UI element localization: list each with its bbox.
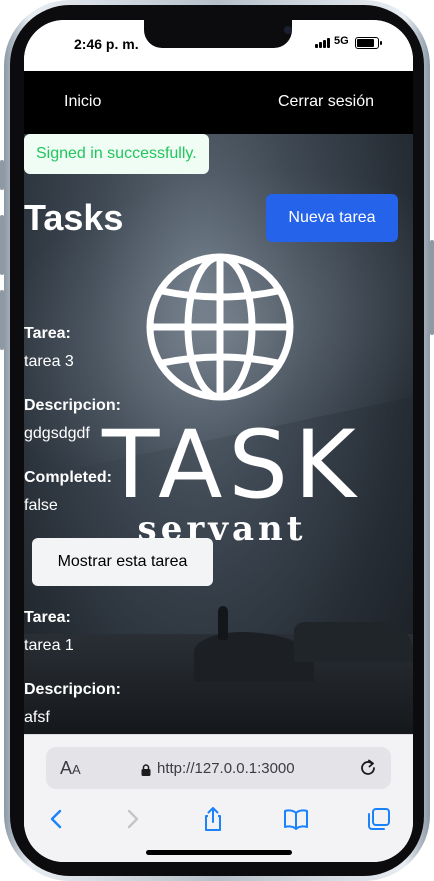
globe-icon bbox=[146, 253, 294, 401]
task-description-value: gdgsdgdf bbox=[24, 425, 90, 442]
background-rock bbox=[294, 622, 413, 662]
home-indicator bbox=[146, 850, 292, 855]
front-camera bbox=[284, 26, 292, 34]
task-completed-label: Completed: bbox=[24, 469, 112, 486]
reload-icon[interactable] bbox=[358, 758, 378, 778]
browser-toolbar: AA http://127.0.0.1:3000 bbox=[24, 734, 413, 862]
address-bar[interactable]: AA http://127.0.0.1:3000 bbox=[46, 747, 391, 789]
nav-home-link[interactable]: Inicio bbox=[64, 93, 101, 111]
app-navbar: Inicio Cerrar sesión bbox=[24, 71, 413, 134]
logo-wordmark: TASK bbox=[102, 411, 362, 520]
nav-logout-link[interactable]: Cerrar sesión bbox=[278, 93, 374, 111]
tabs-icon[interactable] bbox=[365, 805, 393, 833]
task-description-value: afsf bbox=[24, 709, 50, 726]
back-icon[interactable] bbox=[43, 805, 71, 833]
page-title: Tasks bbox=[24, 197, 124, 238]
flash-notice: Signed in successfully. bbox=[24, 134, 209, 174]
show-task-button[interactable]: Mostrar esta tarea bbox=[32, 538, 213, 586]
url-text: http://127.0.0.1:3000 bbox=[157, 760, 295, 777]
status-time: 2:46 p. m. bbox=[74, 36, 139, 52]
main-content: TASK servant Signed in successfully. Tas… bbox=[24, 134, 413, 734]
task-title-label: Tarea: bbox=[24, 609, 71, 626]
signal-icon bbox=[315, 38, 331, 48]
background-person-silhouette bbox=[218, 606, 228, 640]
task-description-label: Descripcion: bbox=[24, 397, 121, 414]
task-title-label: Tarea: bbox=[24, 325, 71, 342]
network-type: 5G bbox=[334, 35, 349, 47]
lock-icon bbox=[141, 764, 151, 776]
battery-icon bbox=[355, 37, 382, 49]
task-title-value: tarea 3 bbox=[24, 353, 74, 370]
mute-switch bbox=[0, 160, 4, 190]
task-title-value: tarea 1 bbox=[24, 637, 74, 654]
volume-up-button bbox=[0, 215, 4, 275]
text-size-button[interactable]: AA bbox=[60, 759, 81, 779]
task-completed-value: false bbox=[24, 497, 58, 514]
notch bbox=[144, 20, 292, 48]
volume-down-button bbox=[0, 290, 4, 350]
screen: 2:46 p. m. 5G Inicio Cerrar sesión TASK … bbox=[24, 20, 413, 862]
forward-icon[interactable] bbox=[118, 805, 146, 833]
new-task-button[interactable]: Nueva tarea bbox=[266, 194, 398, 242]
bookmarks-icon[interactable] bbox=[282, 805, 310, 833]
power-button bbox=[430, 240, 434, 335]
status-bar: 2:46 p. m. 5G bbox=[24, 20, 413, 71]
task-description-label: Descripcion: bbox=[24, 681, 121, 698]
share-icon[interactable] bbox=[199, 805, 227, 833]
